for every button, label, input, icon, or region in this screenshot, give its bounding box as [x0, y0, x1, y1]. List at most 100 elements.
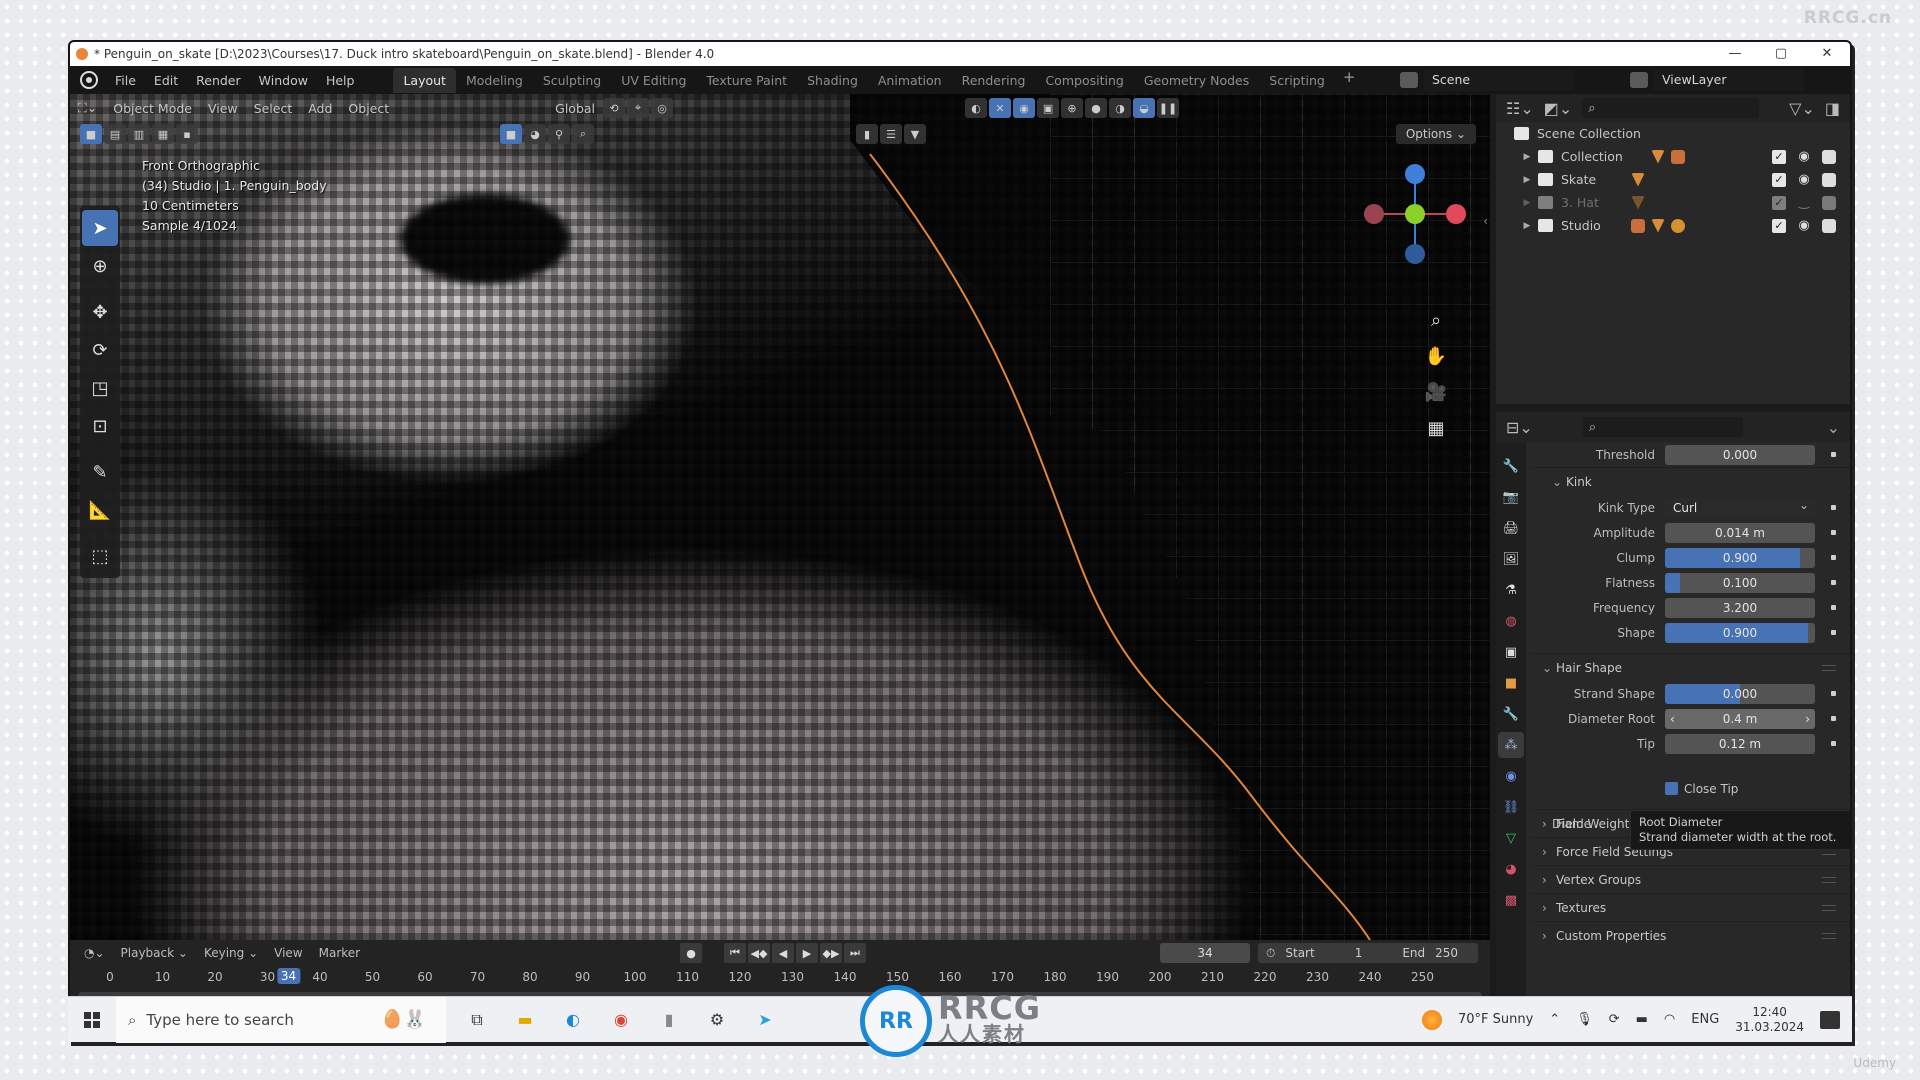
outliner-row[interactable]: ▶ Studio ✓ ◉: [1496, 214, 1850, 237]
properties-editor-type-icon[interactable]: ⊟⌄: [1506, 418, 1533, 437]
start-button[interactable]: [68, 997, 116, 1043]
next-keyframe-button[interactable]: ◆▶: [820, 943, 842, 963]
weather-text[interactable]: 70°F Sunny: [1458, 1012, 1533, 1027]
edge-browser-icon[interactable]: ◐: [560, 1007, 586, 1033]
tab-compositing[interactable]: Compositing: [1035, 68, 1133, 93]
measure-tool-icon[interactable]: 📐: [82, 492, 118, 528]
data-tab-icon[interactable]: ▽: [1498, 825, 1524, 851]
outliner-display-mode-icon[interactable]: ☷⌄: [1506, 99, 1534, 118]
close-button[interactable]: ✕: [1804, 42, 1850, 66]
y-axis-handle[interactable]: [1405, 204, 1425, 224]
decrement-arrow-icon[interactable]: ‹: [1670, 709, 1675, 729]
filter-mesh-icon[interactable]: ■: [500, 124, 522, 144]
start-frame-field[interactable]: 1: [1355, 946, 1363, 960]
neg-x-axis-handle[interactable]: [1364, 204, 1384, 224]
keyframe-dot-icon[interactable]: [1831, 555, 1836, 560]
rotate-tool-icon[interactable]: ⟳: [82, 332, 118, 368]
exclude-checkbox[interactable]: ✓: [1772, 195, 1786, 210]
snap-icon[interactable]: ⌖: [627, 98, 650, 118]
tool-tab-icon[interactable]: 🔧: [1498, 453, 1524, 479]
increment-arrow-icon[interactable]: ›: [1805, 709, 1810, 729]
object-tab-icon[interactable]: ■: [1498, 670, 1524, 696]
new-collection-icon[interactable]: ◨: [1825, 99, 1840, 118]
eye-icon[interactable]: ◉: [1796, 218, 1812, 233]
navigation-gizmo[interactable]: [1360, 154, 1470, 274]
world-tab-icon[interactable]: ◍: [1498, 608, 1524, 634]
tab-animation[interactable]: Animation: [868, 68, 952, 93]
menu-view[interactable]: View: [200, 101, 246, 116]
tab-scripting[interactable]: Scripting: [1259, 68, 1335, 93]
current-frame-playhead[interactable]: 34: [276, 968, 301, 984]
outliner-scene-collection[interactable]: Scene Collection: [1496, 122, 1850, 145]
shading-wireframe-icon[interactable]: ⊕: [1061, 98, 1084, 118]
file-explorer-icon[interactable]: ▬: [512, 1007, 538, 1033]
options-dropdown[interactable]: Options ⌄: [1395, 124, 1476, 144]
object-mode-dropdown[interactable]: Object Mode: [105, 101, 200, 116]
constraints-tab-icon[interactable]: ⛓: [1498, 794, 1524, 820]
keyframe-dot-icon[interactable]: [1831, 580, 1836, 585]
amplitude-field[interactable]: 0.014 m: [1665, 522, 1815, 543]
physics-tab-icon[interactable]: ◉: [1498, 763, 1524, 789]
menu-object[interactable]: Object: [340, 101, 397, 116]
frequency-field[interactable]: 3.200: [1665, 597, 1815, 618]
prev-keyframe-button[interactable]: ◀◆: [748, 943, 770, 963]
properties-search-input[interactable]: ⌕: [1582, 417, 1743, 437]
usb-app-icon[interactable]: ▮: [656, 1007, 682, 1033]
diameter-root-field[interactable]: ‹ 0.4 m ›: [1665, 708, 1815, 729]
menu-edit[interactable]: Edit: [145, 73, 187, 88]
tab-uv-editing[interactable]: UV Editing: [611, 68, 696, 93]
shading-rendered-icon[interactable]: ◒: [1133, 98, 1156, 118]
tab-sculpting[interactable]: Sculpting: [533, 68, 611, 93]
tab-geometry-nodes[interactable]: Geometry Nodes: [1134, 68, 1259, 93]
pan-view-hand-icon[interactable]: ✋: [1422, 342, 1450, 370]
move-tool-icon[interactable]: ✥: [82, 294, 118, 330]
kink-type-dropdown[interactable]: Curl: [1665, 497, 1815, 518]
select-mode-new-icon[interactable]: ■: [80, 124, 102, 144]
shading-solid-icon[interactable]: ●: [1085, 98, 1108, 118]
keyframe-dot-icon[interactable]: [1831, 505, 1836, 510]
menu-marker[interactable]: Marker: [311, 946, 368, 960]
outliner-search-input[interactable]: ⌕: [1582, 98, 1760, 118]
xray-toggle-icon[interactable]: ▣: [1037, 98, 1060, 118]
neg-z-axis-handle[interactable]: [1405, 244, 1425, 264]
current-frame-field[interactable]: 34: [1160, 943, 1250, 963]
output-tab-icon[interactable]: 🖨: [1498, 515, 1524, 541]
shape-slider[interactable]: 0.900: [1665, 622, 1815, 643]
keyframe-dot-icon[interactable]: [1831, 716, 1836, 721]
tab-modeling[interactable]: Modeling: [456, 68, 533, 93]
visibility-icon[interactable]: ◐: [965, 98, 988, 118]
eye-icon[interactable]: ◉: [1796, 172, 1812, 187]
camera-view-icon[interactable]: 🎥: [1422, 378, 1450, 406]
keyframe-dot-icon[interactable]: [1831, 630, 1836, 635]
zoom-view-icon[interactable]: ⌕: [1422, 306, 1450, 334]
view-layer-selector[interactable]: ViewLayer: [1630, 69, 1804, 91]
auto-key-record-button[interactable]: ●: [680, 943, 702, 963]
select-mode-subtract-icon[interactable]: ▥: [128, 124, 150, 144]
pause-render-icon[interactable]: ❚❚: [1157, 98, 1180, 118]
chrome-browser-icon[interactable]: ◉: [608, 1007, 634, 1033]
add-cube-tool-icon[interactable]: ⬚: [82, 538, 118, 574]
outliner-row[interactable]: ▶ Skate ✓ ◉: [1496, 168, 1850, 191]
exclude-checkbox[interactable]: ✓: [1772, 149, 1786, 164]
kink-panel-header[interactable]: ⌄ Kink: [1530, 467, 1850, 495]
expand-arrow-icon[interactable]: ▶: [1520, 175, 1534, 185]
scene-name-field[interactable]: Scene: [1424, 69, 1574, 91]
network-icon[interactable]: ◠: [1664, 1012, 1675, 1027]
keyframe-dot-icon[interactable]: [1831, 452, 1836, 457]
menu-help[interactable]: Help: [317, 73, 364, 88]
shading-material-icon[interactable]: ◑: [1109, 98, 1132, 118]
search-icon[interactable]: ⌕: [572, 124, 594, 144]
render-camera-icon[interactable]: [1822, 218, 1836, 233]
tab-texture-paint[interactable]: Texture Paint: [696, 68, 797, 93]
keyframe-dot-icon[interactable]: [1831, 530, 1836, 535]
collapsed-panel-header[interactable]: › Vertex Groups: [1530, 865, 1850, 893]
cursor-tool-icon[interactable]: ⊕: [82, 248, 118, 284]
exclude-checkbox[interactable]: ✓: [1772, 218, 1786, 233]
x-axis-handle[interactable]: [1446, 204, 1466, 224]
material-tab-icon[interactable]: ◕: [1498, 856, 1524, 882]
z-axis-handle[interactable]: [1405, 164, 1425, 184]
transform-tool-icon[interactable]: ⊡: [82, 408, 118, 444]
expand-arrow-icon[interactable]: ▶: [1520, 198, 1534, 208]
tip-field[interactable]: 0.12 m: [1665, 733, 1815, 754]
hair-shape-panel-header[interactable]: ⌄ Hair Shape: [1530, 653, 1850, 681]
